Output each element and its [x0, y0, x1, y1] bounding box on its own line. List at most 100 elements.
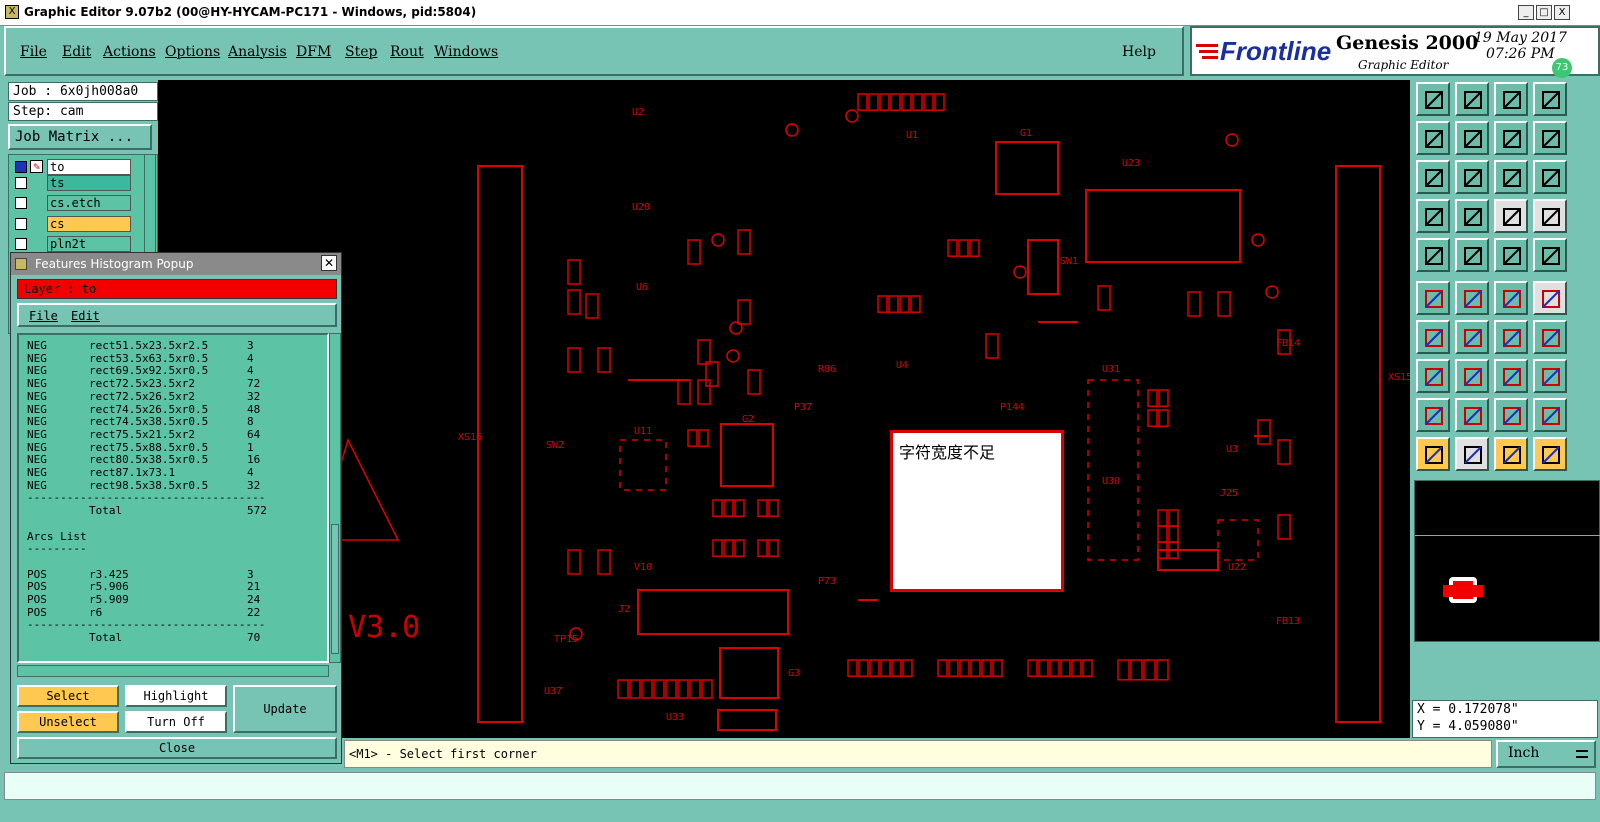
menu-rout[interactable]: Rout	[390, 44, 424, 60]
pointer-icon[interactable]	[1416, 437, 1450, 471]
pad	[757, 539, 768, 557]
cross-icon[interactable]	[1455, 281, 1489, 315]
menu-analysis[interactable]: Analysis	[228, 44, 287, 60]
line-angle-icon[interactable]	[1416, 320, 1450, 354]
layer-checkbox[interactable]	[15, 177, 27, 189]
unselect-button[interactable]: Unselect	[17, 711, 119, 733]
layer-checkbox[interactable]	[15, 218, 27, 230]
histogram-horizontal-scrollbar[interactable]	[17, 665, 329, 677]
snap-icon[interactable]	[1533, 121, 1567, 155]
pointer-red-icon[interactable]	[1455, 437, 1489, 471]
popup-menu-edit[interactable]: Edit	[71, 309, 100, 323]
layer-view-icon[interactable]	[1533, 82, 1567, 116]
home-icon[interactable]	[1494, 82, 1528, 116]
layer-checkbox[interactable]	[15, 238, 27, 250]
net-icon[interactable]	[1533, 199, 1567, 233]
pointer-box-icon[interactable]	[1494, 437, 1528, 471]
test-point	[785, 123, 799, 137]
pad	[901, 93, 912, 111]
notification-badge[interactable]: 73	[1552, 58, 1572, 78]
check-icon[interactable]	[1494, 199, 1528, 233]
point-icon[interactable]	[1533, 238, 1567, 272]
pad	[698, 429, 709, 447]
edit-layer-icon[interactable]: ✎	[30, 160, 43, 173]
pad	[891, 659, 902, 677]
export-icon[interactable]	[1455, 121, 1489, 155]
group-icon[interactable]	[1533, 359, 1567, 393]
swap-icon[interactable]	[1494, 121, 1528, 155]
product-name: Genesis 2000	[1336, 32, 1479, 54]
layer-row[interactable]: cs.etch	[15, 195, 131, 211]
vector-red-icon[interactable]	[1533, 281, 1567, 315]
mirror-icon[interactable]	[1533, 320, 1567, 354]
import-icon[interactable]	[1416, 121, 1450, 155]
line-icon[interactable]	[1455, 320, 1489, 354]
warning-box[interactable]: 字符宽度不足	[890, 430, 1064, 592]
node-icon[interactable]	[1416, 281, 1450, 315]
component-label: U33	[666, 712, 684, 723]
triangle-icon[interactable]	[1416, 398, 1450, 432]
fit-icon[interactable]	[1416, 160, 1450, 194]
probe-icon[interactable]	[1455, 199, 1489, 233]
layer-row[interactable]: ✎ to	[15, 159, 131, 175]
turn-off-button[interactable]: Turn Off	[125, 711, 227, 733]
pcb-canvas[interactable]: U2 U20 U23 G1 U1 U4 U31 U3 U30 J25 U22 J2 G3 V10 U11 G2…	[158, 80, 1410, 738]
zoom-icon[interactable]	[1455, 160, 1489, 194]
arc2-icon[interactable]	[1494, 398, 1528, 432]
count-cell: 3	[247, 339, 254, 352]
rotate-icon[interactable]	[1494, 320, 1528, 354]
layer-checkbox[interactable]	[15, 197, 27, 209]
layer-row[interactable]: ts	[15, 175, 131, 191]
layer-checkbox[interactable]	[15, 161, 27, 173]
total-label: Total	[89, 631, 123, 645]
close-button[interactable]: Close	[17, 737, 337, 759]
help-icon[interactable]	[1533, 160, 1567, 194]
pointer-node-icon[interactable]	[1533, 437, 1567, 471]
coordinate-readout: X = 0.172078" Y = 4.059080"	[1412, 700, 1598, 738]
pad	[734, 539, 745, 557]
preview-window[interactable]	[1414, 480, 1600, 642]
record-icon[interactable]	[1416, 238, 1450, 272]
menu-options[interactable]: Options	[165, 44, 220, 60]
layer-row[interactable]: pln2t	[15, 236, 131, 252]
minimize-button[interactable]: _	[1518, 5, 1534, 20]
measure-icon[interactable]	[1416, 199, 1450, 233]
move-icon[interactable]	[1494, 359, 1528, 393]
menu-actions[interactable]: Actions	[103, 44, 156, 60]
ruler-icon[interactable]	[1494, 238, 1528, 272]
scale-1-2-icon[interactable]	[1494, 160, 1528, 194]
dash-icon[interactable]	[1455, 359, 1489, 393]
layer-row[interactable]: cs	[15, 216, 131, 232]
popup-menu-file[interactable]: File	[29, 309, 58, 323]
menu-file[interactable]: File	[20, 44, 47, 60]
vector-icon[interactable]	[1494, 281, 1528, 315]
unit-selector[interactable]: Inch	[1496, 740, 1596, 768]
copy-icon[interactable]	[1416, 359, 1450, 393]
select-area-icon[interactable]	[1455, 238, 1489, 272]
highlight-button[interactable]: Highlight	[125, 685, 227, 707]
update-button[interactable]: Update	[233, 685, 337, 733]
test-point	[1251, 233, 1265, 247]
popup-close-icon[interactable]: ✕	[321, 255, 337, 271]
menu-edit[interactable]: Edit	[62, 44, 91, 60]
scroll-thumb[interactable]	[331, 524, 339, 654]
menu-help[interactable]: Help	[1122, 44, 1156, 60]
menu-windows[interactable]: Windows	[434, 44, 498, 60]
job-matrix-button[interactable]: Job Matrix ...	[8, 124, 152, 150]
pad	[1157, 509, 1168, 527]
menu-dfm[interactable]: DFM	[296, 44, 331, 60]
select-button[interactable]: Select	[17, 685, 119, 707]
date-text: 19 May 2017	[1474, 30, 1567, 46]
component-label: V10	[634, 562, 652, 573]
histogram-vertical-scrollbar[interactable]	[329, 333, 341, 663]
arc3-icon[interactable]	[1533, 398, 1567, 432]
component	[1187, 291, 1201, 317]
arc-icon[interactable]	[1455, 398, 1489, 432]
close-window-button[interactable]: X	[1554, 5, 1570, 20]
open-job-icon[interactable]	[1416, 82, 1450, 116]
pad	[665, 679, 677, 699]
polarity-cell: NEG	[27, 478, 47, 492]
save-icon[interactable]	[1455, 82, 1489, 116]
menu-step[interactable]: Step	[345, 44, 377, 60]
maximize-button[interactable]: □	[1536, 5, 1552, 20]
